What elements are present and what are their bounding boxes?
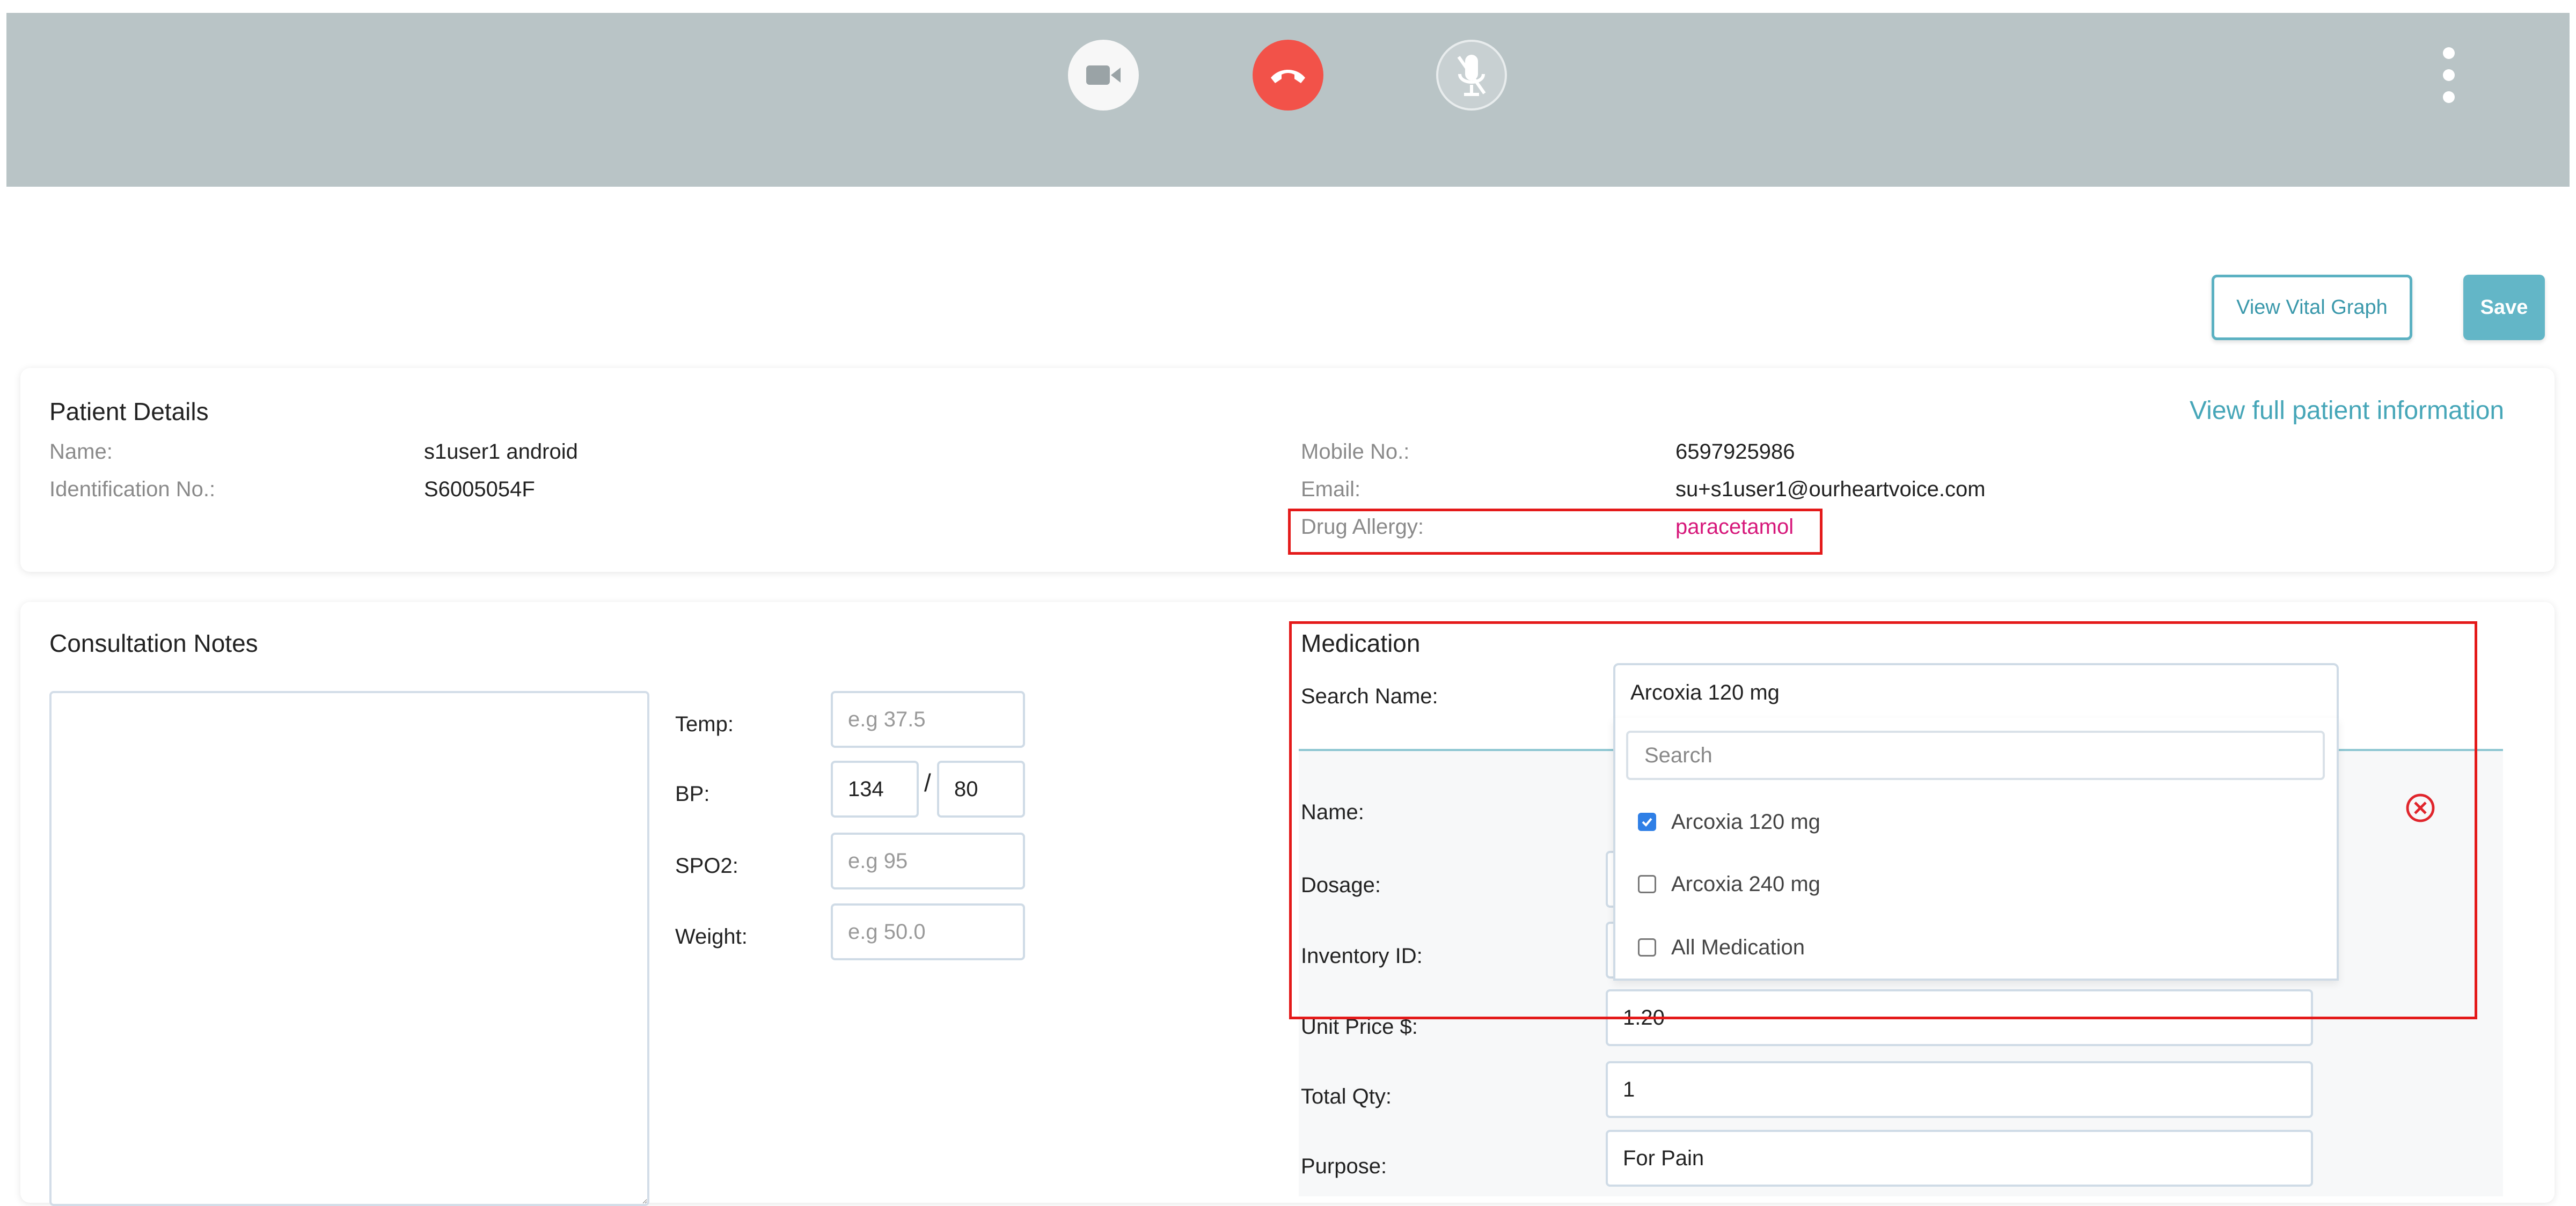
video-toggle-button[interactable] — [1068, 40, 1139, 111]
bp-systolic-input[interactable]: 134 — [831, 761, 919, 818]
spo2-placeholder: e.g 95 — [848, 849, 908, 873]
purpose-input[interactable]: For Pain — [1606, 1130, 2313, 1187]
phone-hangup-icon — [1271, 70, 1305, 83]
temp-placeholder: e.g 37.5 — [848, 707, 926, 731]
mute-microphone-button[interactable] — [1436, 40, 1507, 111]
bp-label: BP: — [675, 782, 710, 806]
temp-label: Temp: — [675, 712, 734, 736]
end-call-button[interactable] — [1253, 40, 1323, 111]
name-label: Name: — [49, 440, 113, 464]
spo2-input[interactable]: e.g 95 — [831, 833, 1025, 889]
temp-input[interactable]: e.g 37.5 — [831, 691, 1025, 748]
drug-allergy-label: Drug Allergy: — [1301, 515, 1424, 539]
bp-diastolic-input[interactable]: 80 — [937, 761, 1025, 818]
identification-label: Identification No.: — [49, 477, 216, 501]
patient-name: s1user1 android — [424, 440, 578, 464]
view-full-patient-info-link[interactable]: View full patient information — [2190, 396, 2504, 425]
total-qty-value: 1 — [1623, 1077, 1635, 1101]
patient-mobile: 6597925986 — [1675, 440, 1795, 464]
patient-details-card — [20, 368, 2555, 572]
bp-diastolic-value: 80 — [954, 777, 978, 801]
patient-email: su+s1user1@ourheartvoice.com — [1675, 477, 1986, 501]
mobile-label: Mobile No.: — [1301, 440, 1410, 464]
medication-highlight — [1289, 621, 2477, 1019]
consultation-notes-textarea[interactable] — [49, 691, 649, 1206]
patient-identification: S6005054F — [424, 477, 535, 501]
total-qty-label: Total Qty: — [1301, 1085, 1392, 1108]
bp-separator: / — [924, 769, 931, 797]
drug-allergy-value: paracetamol — [1675, 515, 1794, 539]
total-qty-input[interactable]: 1 — [1606, 1061, 2313, 1118]
purpose-value: For Pain — [1623, 1146, 1704, 1170]
video-camera-icon — [1086, 65, 1121, 85]
patient-details-title: Patient Details — [49, 398, 209, 425]
weight-placeholder: e.g 50.0 — [848, 920, 926, 944]
kebab-dot — [2443, 91, 2455, 103]
spo2-label: SPO2: — [675, 854, 738, 878]
consultation-notes-title: Consultation Notes — [49, 629, 258, 657]
purpose-label: Purpose: — [1301, 1154, 1387, 1178]
mic-off-icon — [1457, 55, 1486, 96]
kebab-dot — [2443, 69, 2455, 81]
save-button[interactable]: Save — [2463, 275, 2545, 340]
view-vital-graph-button[interactable]: View Vital Graph — [2212, 275, 2412, 340]
weight-input[interactable]: e.g 50.0 — [831, 903, 1025, 960]
bp-systolic-value: 134 — [848, 777, 884, 801]
more-options-button[interactable] — [2439, 47, 2458, 103]
more-vertical-icon — [2443, 47, 2455, 59]
weight-label: Weight: — [675, 925, 748, 948]
email-label: Email: — [1301, 477, 1361, 501]
